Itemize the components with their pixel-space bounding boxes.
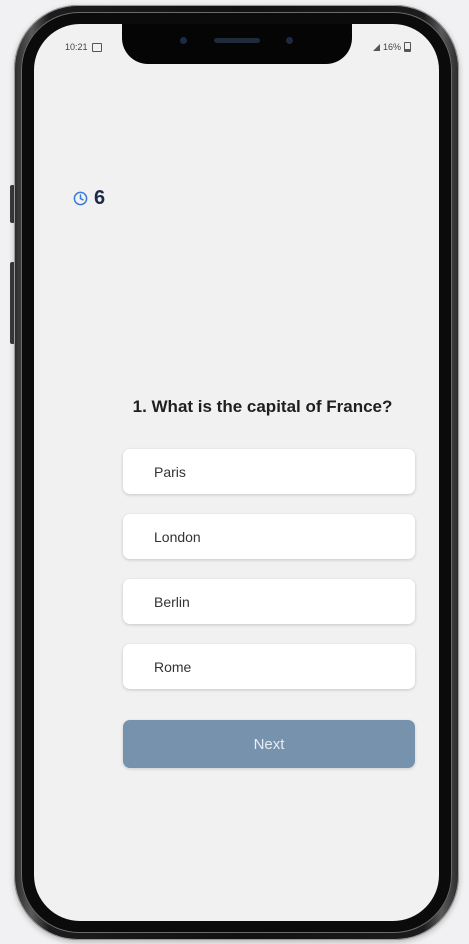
page: 10:21 16% 6 1. What is the capital of Fr… xyxy=(0,0,469,944)
answer-option-label: London xyxy=(154,528,201,545)
answer-option-paris[interactable]: Paris xyxy=(123,449,415,494)
phone-notch xyxy=(121,24,352,64)
phone-screen: 10:21 16% 6 1. What is the capital of Fr… xyxy=(34,24,439,921)
timer-value: 6 xyxy=(94,187,106,209)
speaker-grille xyxy=(213,38,260,43)
answer-option-label: Paris xyxy=(154,463,186,480)
camera-icon xyxy=(179,37,187,44)
status-time: 10:21 xyxy=(65,42,88,52)
phone-bezel: 10:21 16% 6 1. What is the capital of Fr… xyxy=(21,12,452,933)
answer-option-label: Berlin xyxy=(154,593,190,610)
answer-option-rome[interactable]: Rome xyxy=(123,644,415,689)
sensor-icon xyxy=(285,37,293,44)
signal-icon xyxy=(372,43,380,51)
phone-frame: 10:21 16% 6 1. What is the capital of Fr… xyxy=(14,5,459,940)
clock-icon xyxy=(73,191,88,206)
gallery-icon xyxy=(91,42,102,52)
answer-option-label: Rome xyxy=(154,658,192,675)
question-text: 1. What is the capital of France? xyxy=(132,397,393,416)
answer-option-london[interactable]: London xyxy=(123,514,415,559)
battery-icon xyxy=(404,42,411,52)
quiz-timer: 6 xyxy=(73,187,105,210)
battery-percent: 16% xyxy=(382,42,401,52)
next-button[interactable]: Next xyxy=(123,720,415,768)
status-bar-left: 10:21 xyxy=(65,42,102,52)
answer-option-berlin[interactable]: Berlin xyxy=(123,579,415,624)
status-bar-right: 16% xyxy=(372,42,411,52)
